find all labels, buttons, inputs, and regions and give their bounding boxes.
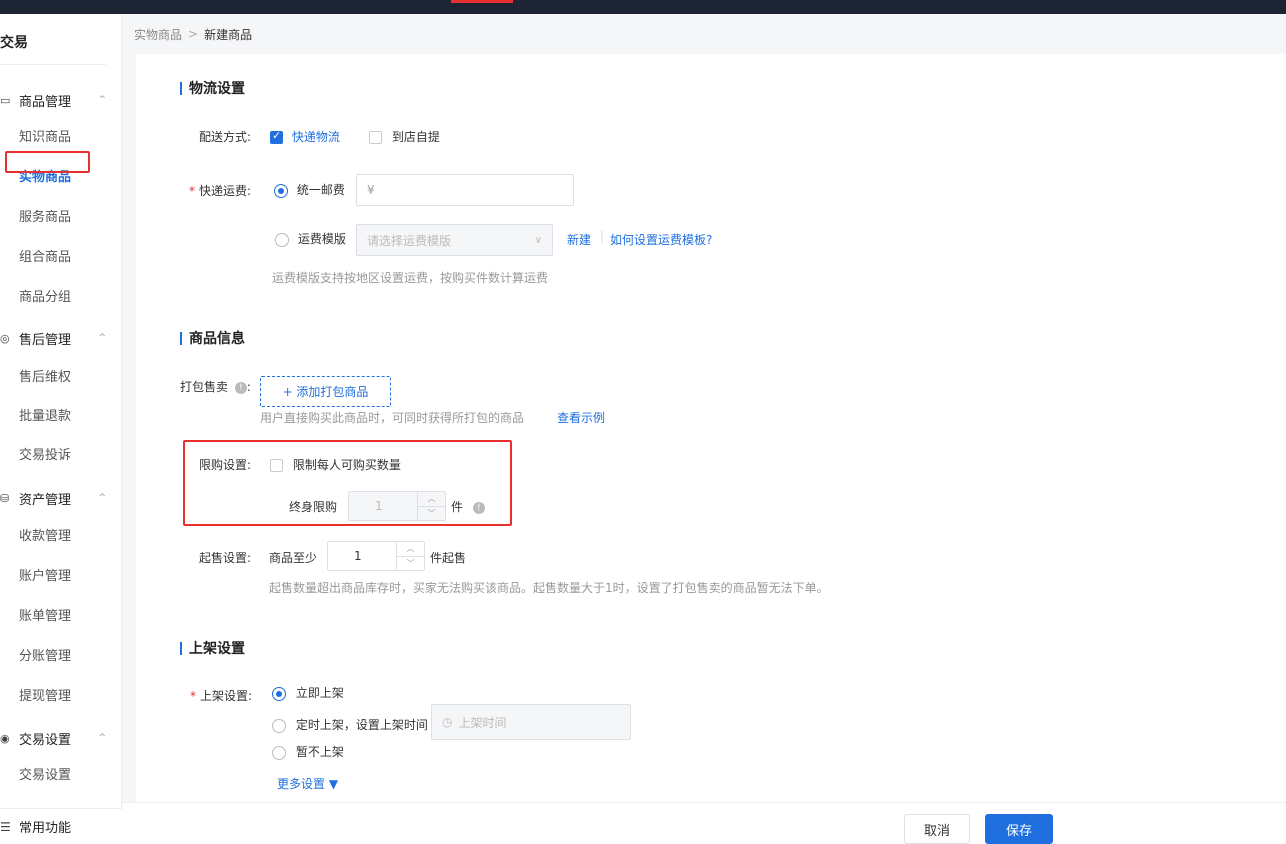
sidebar-group-label: 资产管理 <box>19 492 72 508</box>
store-pickup-option[interactable]: 到店自提 <box>369 128 440 145</box>
sidebar-item-after-sales-rights[interactable]: 售后维权 <box>19 366 71 385</box>
min-purchase-label: 起售设置: <box>199 551 252 565</box>
shipping-fee-label: * 快递运费: <box>189 184 252 198</box>
sidebar-item-withdrawals[interactable]: 提现管理 <box>19 685 71 704</box>
sidebar-item-service-products[interactable]: 服务商品 <box>19 206 71 225</box>
shelf-now-radio[interactable] <box>272 686 286 701</box>
min-purchase-hint: 起售数量超出商品库存时，买家无法购买该商品。起售数量大于1时，设置了打包售卖的商… <box>269 581 829 595</box>
sidebar-item-batch-refund[interactable]: 批量退款 <box>19 405 71 424</box>
express-checkbox[interactable] <box>270 129 283 144</box>
sidebar-item-complaints[interactable]: 交易投诉 <box>19 444 71 463</box>
sidebar-group-label: 商品管理 <box>19 94 72 110</box>
shelf-setting-label: * 上架设置: <box>190 689 253 703</box>
settings-icon: ◉ <box>0 731 10 745</box>
shelf-now-option[interactable]: 立即上架 <box>272 684 344 701</box>
chevron-up-icon: ^ <box>98 733 106 743</box>
sidebar-title: 交易 <box>0 35 28 51</box>
cancel-button[interactable]: 取消 <box>904 814 970 844</box>
bundle-sale-label: 打包售卖 !: <box>180 380 251 394</box>
active-top-tab-indicator[interactable] <box>451 0 513 3</box>
sidebar-group-after-sales[interactable]: ◎ 售后管理 ^ <box>0 328 110 348</box>
currency-symbol: ¥ <box>367 183 375 197</box>
after-sales-icon: ◎ <box>0 331 10 345</box>
shelf-timed-radio[interactable] <box>272 718 286 733</box>
list-icon: ☰ <box>0 819 11 834</box>
bundle-hint: 用户直接购买此商品时，可同时获得所打包的商品 <box>260 411 525 425</box>
sidebar-group-label: 售后管理 <box>19 332 72 348</box>
shelf-timed-option[interactable]: 定时上架，设置上架时间 <box>272 716 428 733</box>
add-bundle-product-button[interactable]: + 添加打包商品 <box>260 376 391 407</box>
section-title-shelf: 上架设置 <box>180 638 245 658</box>
min-purchase-value[interactable]: 1 <box>328 542 396 570</box>
link-divider: | <box>600 229 605 243</box>
info-icon: ! <box>234 381 247 394</box>
chevron-up-icon: ^ <box>98 95 106 105</box>
delivery-method-label: 配送方式: <box>199 130 252 144</box>
template-select[interactable]: 请选择运费模版 ∨ <box>356 224 553 256</box>
more-settings-toggle[interactable]: 更多设置 ▼ <box>277 775 338 792</box>
sidebar-group-label: 交易设置 <box>19 732 72 748</box>
flat-fee-radio[interactable] <box>274 183 288 198</box>
min-purchase-suffix: 件起售 <box>430 551 467 565</box>
view-example-link[interactable]: 查看示例 <box>557 409 605 426</box>
min-purchase-prefix: 商品至少 <box>269 551 318 565</box>
section-title-product-info: 商品信息 <box>180 328 245 348</box>
shelf-time-picker[interactable]: ◷ 上架时间 <box>431 704 631 740</box>
product-box-icon: ▭ <box>0 93 11 107</box>
chevron-up-icon: ^ <box>98 333 106 343</box>
min-purchase-stepper[interactable]: 1 ︿ ﹀ <box>327 541 425 571</box>
sidebar-item-bills[interactable]: 账单管理 <box>19 605 71 624</box>
clock-icon: ◷ <box>442 715 453 729</box>
template-radio-option[interactable]: 运费模版 <box>275 230 346 247</box>
express-delivery-option[interactable]: 快递物流 <box>270 128 340 145</box>
sidebar: 交易 ▭ 商品管理 ^ 知识商品 实物商品 服务商品 组合商品 商品分组 ◎ 售… <box>0 14 122 844</box>
breadcrumb-separator: > <box>188 27 199 41</box>
annotation-highlight-box <box>183 440 512 526</box>
sidebar-bottom-label: 常用功能 <box>19 821 72 836</box>
chevron-up-icon: ^ <box>98 493 106 503</box>
sidebar-divider <box>0 64 106 65</box>
template-radio[interactable] <box>275 232 289 247</box>
increment-icon[interactable]: ︿ <box>397 542 424 556</box>
sidebar-item-knowledge-products[interactable]: 知识商品 <box>19 126 71 145</box>
sidebar-group-product-management[interactable]: ▭ 商品管理 ^ <box>0 90 110 110</box>
sidebar-common-functions[interactable]: ☰ 常用功能 <box>0 808 122 844</box>
flat-fee-radio-option[interactable]: 统一邮费 <box>274 181 345 198</box>
save-button[interactable]: 保存 <box>985 814 1053 844</box>
decrement-icon[interactable]: ﹀ <box>397 556 424 571</box>
shelf-none-radio[interactable] <box>272 745 286 760</box>
flat-fee-input[interactable]: ¥ <box>356 174 574 206</box>
chevron-down-icon: ∨ <box>534 234 542 246</box>
form-footer <box>122 802 1286 844</box>
sidebar-item-split-accounts[interactable]: 分账管理 <box>19 645 71 664</box>
sidebar-item-collections[interactable]: 收款管理 <box>19 525 71 544</box>
sidebar-item-accounts[interactable]: 账户管理 <box>19 565 71 584</box>
sidebar-item-bundle-products[interactable]: 组合商品 <box>19 246 71 265</box>
sidebar-group-trade-settings[interactable]: ◉ 交易设置 ^ <box>0 728 110 748</box>
new-template-link[interactable]: 新建 <box>567 231 591 248</box>
sidebar-group-assets[interactable]: ⛁ 资产管理 ^ <box>0 488 110 508</box>
breadcrumb-current: 新建商品 <box>204 27 253 42</box>
sidebar-annotation-highlight <box>5 151 90 173</box>
shelf-none-option[interactable]: 暂不上架 <box>272 743 344 760</box>
breadcrumb-parent-link[interactable]: 实物商品 <box>134 26 182 43</box>
breadcrumb: 实物商品 > 新建商品 <box>122 14 1286 54</box>
section-title-logistics: 物流设置 <box>180 78 245 98</box>
assets-icon: ⛁ <box>0 491 10 505</box>
pickup-checkbox[interactable] <box>369 131 382 144</box>
sidebar-item-product-groups[interactable]: 商品分组 <box>19 286 71 305</box>
top-navigation-bar <box>0 0 1286 14</box>
template-help-link[interactable]: 如何设置运费模板? <box>610 231 712 248</box>
template-hint: 运费模版支持按地区设置运费，按购买件数计算运费 <box>272 271 549 285</box>
sidebar-item-trade-settings[interactable]: 交易设置 <box>19 764 71 783</box>
